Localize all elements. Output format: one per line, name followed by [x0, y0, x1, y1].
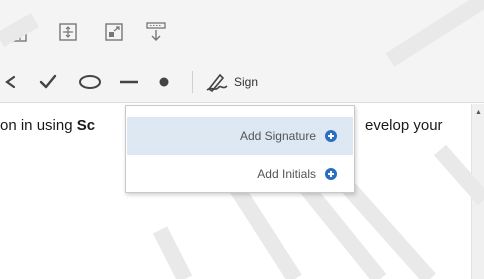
line-icon[interactable]	[118, 69, 140, 95]
vertical-scrollbar[interactable]: ▲	[471, 104, 484, 279]
cross-mark-icon[interactable]	[4, 69, 16, 95]
document-text: on in using	[0, 117, 77, 134]
fit-width-icon[interactable]	[104, 21, 124, 43]
sign-button[interactable]: Sign	[206, 69, 258, 95]
ellipse-icon[interactable]	[78, 69, 102, 95]
add-initials-item[interactable]: Add Initials	[127, 155, 353, 193]
reading-mode-icon[interactable]	[146, 21, 166, 43]
document-text-right: evelop your	[365, 117, 443, 134]
check-mark-icon[interactable]	[38, 69, 58, 95]
sign-label: Sign	[234, 75, 259, 89]
pen-sign-icon	[206, 73, 228, 92]
document-text-left: on in using Sc	[0, 117, 95, 134]
add-circle-icon	[325, 130, 337, 142]
document-text-bold: Sc	[76, 117, 96, 134]
fill-sign-toolbar: Sign	[0, 60, 484, 103]
fit-page-icon[interactable]	[58, 21, 78, 43]
sign-dropdown-menu: Add Signature Add Initials	[125, 105, 355, 193]
page-fit-height-icon[interactable]	[10, 21, 30, 43]
add-initials-label: Add Initials	[257, 167, 316, 181]
add-signature-item[interactable]: Add Signature	[127, 117, 353, 155]
scroll-up-arrow-icon[interactable]: ▲	[475, 109, 482, 116]
add-circle-icon	[325, 168, 337, 180]
add-signature-label: Add Signature	[239, 129, 316, 143]
view-toolbar	[0, 0, 484, 60]
toolbar-separator	[192, 71, 193, 93]
dot-icon[interactable]	[158, 69, 170, 95]
